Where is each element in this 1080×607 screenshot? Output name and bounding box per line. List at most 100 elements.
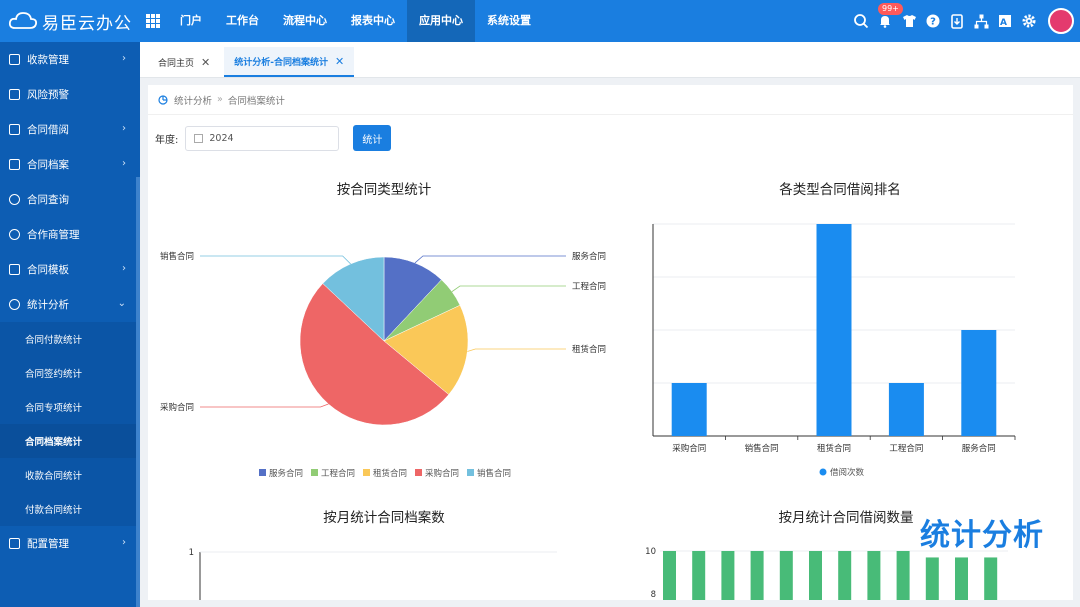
top-toolbar: 99+ ? A	[852, 0, 1074, 42]
bar	[721, 551, 735, 600]
sidebar-item-contract-borrowing[interactable]: 合同借阅 ›	[0, 112, 140, 147]
pie-legend-swatch	[311, 469, 318, 476]
pie-label: 租赁合同	[572, 344, 606, 355]
pie-label-line	[451, 285, 566, 292]
sidebar-sub-archive-stats[interactable]: 合同档案统计	[0, 424, 140, 458]
pie-legend-label: 采购合同	[425, 468, 459, 479]
chevron-right-icon: ›	[122, 263, 126, 274]
partner-icon	[9, 229, 20, 240]
watermark-caption: 统计分析	[920, 518, 1044, 553]
query-icon	[9, 194, 20, 205]
nav-workbench[interactable]: 工作台	[214, 0, 271, 42]
archive-y-tick-label: 1	[189, 548, 194, 558]
bar-x-tick-label: 销售合同	[745, 443, 779, 454]
pie-legend-label: 服务合同	[269, 468, 303, 479]
bar	[888, 383, 924, 436]
sidebar-item-label: 统计分析	[27, 299, 69, 311]
borrow-y-tick-label: 8	[651, 590, 656, 600]
pie-chart-icon	[9, 299, 20, 310]
bar-x-tick-label: 服务合同	[962, 443, 996, 454]
sidebar-item-receipt-management[interactable]: 收款管理 ›	[0, 42, 140, 77]
bar-x-tick-label: 采购合同	[672, 443, 706, 454]
bar	[867, 551, 881, 600]
close-icon[interactable]: ✕	[335, 55, 344, 68]
nav-portal[interactable]: 门户	[168, 0, 214, 42]
tab-contract-home[interactable]: 合同主页 ✕	[148, 47, 220, 77]
sidebar-item-statistics[interactable]: 统计分析 ⌄	[0, 287, 140, 322]
sidebar-item-label: 风险预警	[27, 89, 69, 101]
pie-legend-label: 销售合同	[477, 468, 511, 479]
sidebar-item-label: 合同模板	[27, 264, 69, 276]
pie-legend-label: 租赁合同	[373, 468, 407, 479]
search-icon[interactable]	[852, 12, 870, 30]
nav-app-center[interactable]: 应用中心	[407, 0, 475, 42]
apps-grid-icon[interactable]	[146, 14, 160, 28]
bar	[925, 557, 939, 600]
pie-label-line	[414, 255, 566, 264]
top-bar: 易臣云办公 门户 工作台 流程中心 报表中心 应用中心 系统设置 99+ ? A	[0, 0, 1080, 42]
cloud-logo-icon	[8, 12, 38, 29]
bar	[671, 383, 707, 436]
sidebar-item-label: 收款管理	[27, 54, 69, 66]
bar	[955, 557, 968, 600]
sidebar-item-config-management[interactable]: 配置管理 ›	[0, 526, 140, 561]
chevron-right-icon: ›	[122, 53, 126, 64]
download-icon[interactable]	[948, 12, 966, 30]
bar	[838, 551, 852, 600]
bar	[809, 551, 822, 600]
sidebar-item-label: 合作商管理	[27, 229, 80, 241]
borrow-y-tick-label: 10	[645, 547, 656, 557]
sidebar-sub-payment-stats[interactable]: 合同付款统计	[0, 322, 140, 356]
gear-icon[interactable]	[1020, 12, 1038, 30]
bar	[896, 551, 910, 600]
svg-text:?: ?	[930, 17, 936, 28]
config-icon	[9, 538, 20, 549]
tab-archive-stats[interactable]: 统计分析-合同档案统计 ✕	[224, 47, 355, 77]
nav-system-settings[interactable]: 系统设置	[475, 0, 543, 42]
bar	[692, 551, 706, 600]
chevron-right-icon: ›	[122, 158, 126, 169]
nav-report-center[interactable]: 报表中心	[339, 0, 407, 42]
sidebar-item-contract-query[interactable]: 合同查询	[0, 182, 140, 217]
pie-label: 采购合同	[160, 402, 194, 413]
sidebar-item-risk-warning[interactable]: 风险预警	[0, 77, 140, 112]
sidebar-item-label: 合同档案	[27, 159, 69, 171]
archive-icon	[9, 159, 20, 170]
translate-icon[interactable]: A	[996, 12, 1014, 30]
close-icon[interactable]: ✕	[201, 56, 210, 69]
sidebar-sub-special-stats[interactable]: 合同专项统计	[0, 390, 140, 424]
bar	[961, 330, 997, 436]
app-logo[interactable]: 易臣云办公	[0, 9, 140, 34]
chevron-right-icon: ›	[122, 123, 126, 134]
bar-x-tick-label: 租赁合同	[817, 443, 851, 454]
user-avatar[interactable]	[1048, 8, 1074, 34]
bell-icon[interactable]: 99+	[876, 3, 903, 30]
bar-legend-swatch	[819, 468, 827, 476]
pie-label: 销售合同	[160, 251, 194, 262]
sidebar-item-partner-management[interactable]: 合作商管理	[0, 217, 140, 252]
top-nav: 门户 工作台 流程中心 报表中心 应用中心 系统设置	[168, 0, 543, 42]
svg-text:A: A	[1000, 18, 1007, 28]
nav-process-center[interactable]: 流程中心	[271, 0, 339, 42]
help-icon[interactable]: ?	[924, 12, 942, 30]
sidebar-item-contract-template[interactable]: 合同模板 ›	[0, 252, 140, 287]
bar	[816, 224, 852, 436]
bar	[750, 551, 764, 600]
sidebar-scrollbar[interactable]	[136, 177, 140, 607]
pie-label: 服务合同	[572, 251, 606, 262]
pie-label: 工程合同	[572, 281, 606, 292]
bar	[663, 551, 676, 600]
borrow-icon	[9, 124, 20, 135]
pie-legend-swatch	[363, 469, 370, 476]
chevron-right-icon: ›	[122, 537, 126, 548]
tab-bar: 合同主页 ✕ 统计分析-合同档案统计 ✕	[140, 42, 1080, 78]
receipt-icon	[9, 54, 20, 65]
sidebar-sub-payment-contract-stats[interactable]: 付款合同统计	[0, 492, 140, 526]
sidebar-sub-receipt-contract-stats[interactable]: 收款合同统计	[0, 458, 140, 492]
shirt-icon[interactable]	[900, 12, 918, 30]
org-chart-icon[interactable]	[972, 12, 990, 30]
sidebar-item-label: 配置管理	[27, 538, 69, 550]
sidebar-item-contract-archive[interactable]: 合同档案 ›	[0, 147, 140, 182]
sidebar-sub-signing-stats[interactable]: 合同签约统计	[0, 356, 140, 390]
bar	[779, 551, 793, 600]
